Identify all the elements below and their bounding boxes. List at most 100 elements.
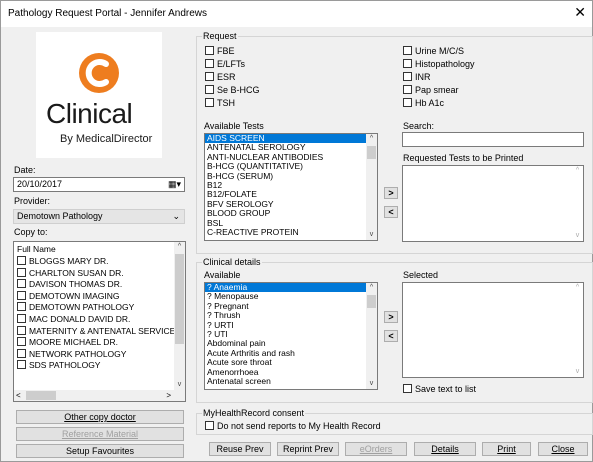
request-check-right-2[interactable]: INR <box>403 72 431 82</box>
provider-select[interactable]: Demotown Pathology ⌄ <box>13 209 185 224</box>
close-button[interactable]: Close <box>538 442 588 456</box>
scroll-left-icon[interactable]: < <box>16 390 21 401</box>
checkbox-box[interactable] <box>17 313 26 323</box>
remove-test-button[interactable]: < <box>384 206 398 218</box>
scroll-right-icon[interactable]: > <box>166 390 171 401</box>
request-check-left-0[interactable]: FBE <box>205 46 235 56</box>
print-button[interactable]: Print <box>482 442 531 456</box>
scroll-up-icon[interactable]: ^ <box>572 283 583 293</box>
checkbox-box[interactable] <box>17 279 26 289</box>
search-input[interactable] <box>402 132 584 147</box>
checkbox-box[interactable] <box>205 85 214 94</box>
copy-to-vscrollbar[interactable]: ^ v <box>174 242 185 390</box>
available-test-item[interactable]: B-HCG (SERUM) <box>205 171 377 181</box>
add-clinical-button[interactable]: > <box>384 311 398 323</box>
checkbox-box[interactable] <box>205 46 214 55</box>
remove-clinical-button[interactable]: < <box>384 330 398 342</box>
clinical-vscrollbar[interactable]: ^ v <box>366 283 377 389</box>
date-picker[interactable]: 20/10/2017 ▦▾ <box>13 177 185 192</box>
scroll-up-icon[interactable]: ^ <box>572 166 583 176</box>
requested-vscrollbar[interactable]: ^ v <box>572 166 583 241</box>
scroll-thumb[interactable] <box>175 254 184 344</box>
checkbox-box[interactable] <box>403 85 412 94</box>
reference-material-button[interactable]: Reference Material <box>16 427 184 441</box>
copy-to-list[interactable]: Full Name BLOGGS MARY DR. CHARLTON SUSAN … <box>13 241 186 402</box>
copy-to-item[interactable]: MATERNITY & ANTENATAL SERVICE <box>14 325 185 338</box>
date-label: Date: <box>14 165 36 175</box>
request-check-left-4[interactable]: TSH <box>205 98 235 108</box>
scroll-thumb[interactable] <box>367 295 376 308</box>
close-window-icon[interactable]: ✕ <box>574 5 586 19</box>
tests-vscrollbar[interactable]: ^ v <box>366 134 377 240</box>
clinical-available-label: Available <box>204 270 241 280</box>
checkbox-box[interactable] <box>205 421 214 430</box>
close-label: Close <box>551 444 575 454</box>
available-tests-list[interactable]: AIDS SCREEN ANTENATAL SEROLOGY ANTI-NUCLEA… <box>204 133 378 241</box>
scroll-down-icon[interactable]: v <box>366 230 377 240</box>
checkbox-box[interactable] <box>403 59 412 68</box>
scroll-up-icon[interactable]: ^ <box>174 242 185 252</box>
requested-tests-list[interactable]: ^ v <box>402 165 584 242</box>
copy-to-item[interactable]: NETWORK PATHOLOGY <box>14 348 185 361</box>
request-check-left-3[interactable]: Se B-HCG <box>205 85 260 95</box>
request-check-right-0[interactable]: Urine M/C/S <box>403 46 464 56</box>
request-check-right-3[interactable]: Pap smear <box>403 85 459 95</box>
copy-to-item[interactable]: SDS PATHOLOGY <box>14 360 185 372</box>
copy-to-hscrollbar[interactable]: < > <box>14 390 185 401</box>
copy-to-item[interactable]: BLOGGS MARY DR. <box>14 256 185 268</box>
scroll-down-icon[interactable]: v <box>572 367 583 377</box>
reuse-prev-button[interactable]: Reuse Prev <box>209 442 271 456</box>
checkbox-box[interactable] <box>205 98 214 107</box>
scroll-up-icon[interactable]: ^ <box>366 283 377 293</box>
other-copy-doctor-button[interactable]: Other copy doctor <box>16 410 184 424</box>
setup-favourites-button[interactable]: Setup Favourites <box>16 444 184 458</box>
checkbox-box[interactable] <box>17 290 26 300</box>
checkbox-box[interactable] <box>17 348 26 358</box>
requested-tests-label: Requested Tests to be Printed <box>403 153 524 163</box>
mhr-checkbox[interactable]: Do not send reports to My Health Record <box>205 421 381 431</box>
eorders-button[interactable]: eOrders <box>345 442 407 456</box>
checkbox-box[interactable] <box>403 384 412 393</box>
scroll-up-icon[interactable]: ^ <box>366 134 377 144</box>
scroll-down-icon[interactable]: v <box>174 380 185 390</box>
copy-to-item[interactable]: DEMOTOWN PATHOLOGY <box>14 302 185 314</box>
checkbox-box[interactable] <box>205 59 214 68</box>
add-test-button[interactable]: > <box>384 187 398 199</box>
checkbox-box[interactable] <box>205 72 214 81</box>
available-test-item[interactable]: BLOOD GROUP <box>205 208 377 218</box>
available-test-item[interactable]: C-REACTIVE PROTEIN <box>205 227 377 237</box>
scroll-down-icon[interactable]: v <box>366 379 377 389</box>
details-button[interactable]: Details <box>414 442 476 456</box>
save-text-checkbox[interactable]: Save text to list <box>403 384 476 394</box>
checkbox-box[interactable] <box>17 267 26 277</box>
checkbox-box[interactable] <box>17 325 26 335</box>
request-check-right-1[interactable]: Histopathology <box>403 59 475 69</box>
checkbox-box[interactable] <box>403 98 412 107</box>
scroll-down-icon[interactable]: v <box>572 231 583 241</box>
selected-vscrollbar[interactable]: ^ v <box>572 283 583 377</box>
clinical-available-list[interactable]: ? Anaemia? Menopause? Pregnant? Thrush? … <box>204 282 378 390</box>
copy-to-item[interactable]: MAC DONALD DAVID DR. <box>14 313 185 326</box>
reference-material-label: Reference Material <box>61 429 139 439</box>
request-check-left-2[interactable]: ESR <box>205 72 236 82</box>
checkbox-box[interactable] <box>403 72 412 81</box>
request-check-right-4[interactable]: Hb A1c <box>403 98 444 108</box>
checkbox-box[interactable] <box>17 256 26 265</box>
clinical-selected-list[interactable]: ^ v <box>402 282 584 378</box>
reprint-prev-button[interactable]: Reprint Prev <box>277 442 339 456</box>
copy-to-item[interactable]: CHARLTON SUSAN DR. <box>14 267 185 280</box>
copy-to-item[interactable]: MOORE MICHAEL DR. <box>14 337 185 349</box>
copy-to-item[interactable]: DAVISON THOMAS DR. <box>14 279 185 291</box>
copy-to-item[interactable]: DEMOTOWN IMAGING <box>14 290 185 303</box>
checkbox-box[interactable] <box>17 302 26 312</box>
calendar-icon[interactable]: ▦▾ <box>168 178 181 191</box>
search-label: Search: <box>403 121 435 131</box>
clinical-detail-item[interactable]: Antenatal screen <box>205 376 377 386</box>
checkbox-box[interactable] <box>403 46 412 55</box>
checkbox-box[interactable] <box>17 360 26 370</box>
request-check-left-1[interactable]: E/LFTs <box>205 59 245 69</box>
checkbox-box[interactable] <box>17 337 26 347</box>
scroll-thumb[interactable] <box>367 146 376 159</box>
hscroll-thumb[interactable] <box>26 391 56 400</box>
clinical-detail-item[interactable]: ? URTI <box>205 320 377 330</box>
